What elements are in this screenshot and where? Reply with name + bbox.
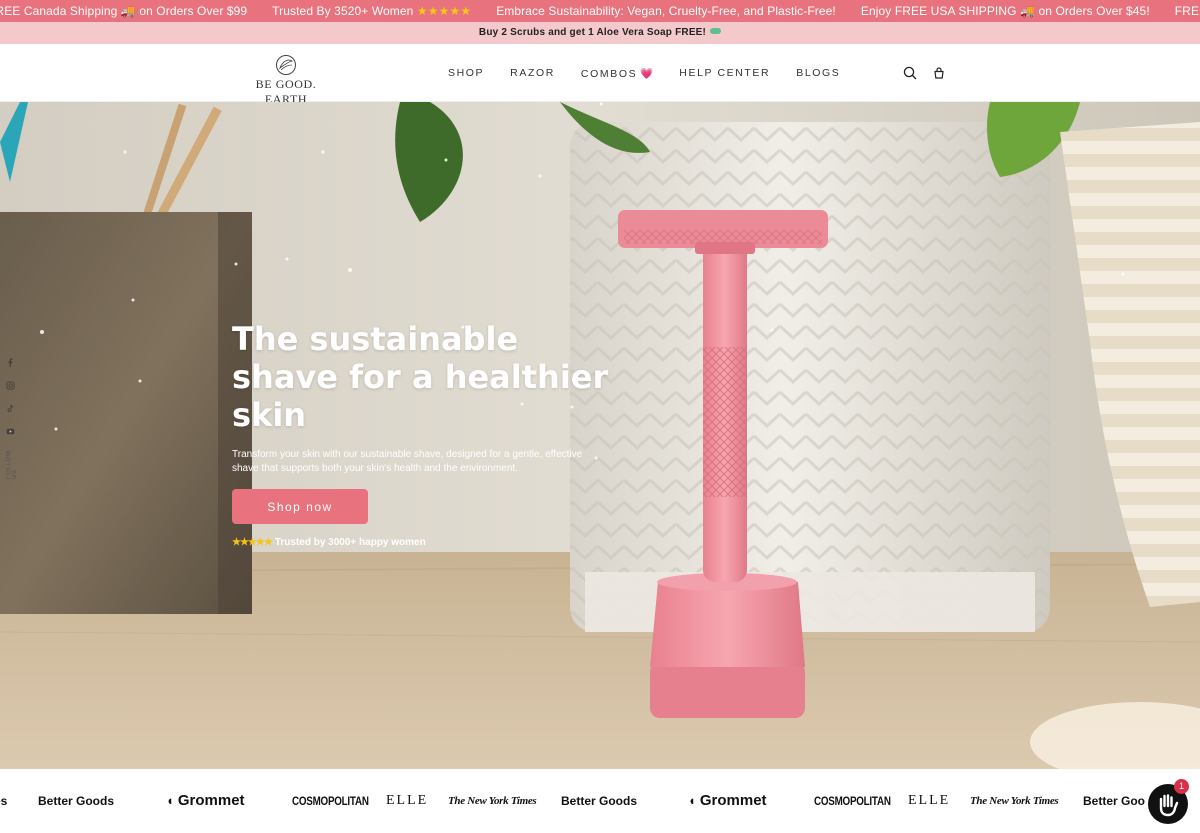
- nav-item-label: SHOP: [448, 67, 485, 79]
- marquee-item: FREE Canada Shipping 🚚 on Orders Over $9…: [1175, 0, 1200, 22]
- instagram-icon[interactable]: [6, 381, 15, 390]
- press-logo-elle: ELLE: [908, 769, 950, 833]
- press-logo-grommet: ◖ Grommet: [166, 769, 245, 833]
- brand-logo[interactable]: BE GOOD. EARTH: [234, 54, 338, 107]
- nav-item-combos[interactable]: COMBOS 💗: [581, 67, 653, 80]
- nav-item-help-center[interactable]: HELP CENTER: [679, 67, 770, 79]
- shop-now-button[interactable]: Shop now: [232, 489, 368, 524]
- marquee-item-text: Enjoy FREE USA SHIPPING 🚚 on Orders Over…: [860, 4, 1150, 18]
- nav-item-label: RAZOR: [510, 67, 555, 79]
- nav-item-label: HELP CENTER: [679, 67, 771, 79]
- marquee-item-text: Embrace Sustainability: Vegan, Cruelty-F…: [496, 4, 836, 18]
- chat-unread-badge: 1: [1174, 779, 1189, 794]
- hero-trust-line: ★★★★★ Trusted by 3000+ happy women: [232, 537, 612, 548]
- soap-emoji-icon: [710, 27, 722, 34]
- youtube-icon[interactable]: [6, 427, 15, 436]
- heart-icon: 💗: [640, 67, 654, 80]
- marquee-item-text: FREE Canada Shipping 🚚 on Orders Over $9…: [0, 4, 248, 18]
- announcement-marquee: FREE Canada Shipping 🚚 on Orders Over $9…: [0, 0, 1200, 22]
- press-logo-label: ELLE: [386, 793, 429, 808]
- nav-item-label: COMBOS: [580, 67, 638, 80]
- nav-item-blogs[interactable]: BLOGS: [796, 67, 840, 79]
- main-nav: SHOP RAZOR COMBOS 💗 HELP CENTER BLOGS: [448, 44, 840, 102]
- marquee-item-text: Trusted By 3520+ Women: [272, 4, 417, 18]
- press-logo-elle: ELLE: [386, 769, 428, 833]
- press-logo-label: COSMOPOLITAN: [814, 794, 891, 808]
- site-header: BE GOOD. EARTH SHOP RAZOR COMBOS 💗 HELP CENT…: [0, 44, 1200, 106]
- marquee-item-text: FREE Canada Shipping 🚚 on Orders Over $9…: [1174, 4, 1200, 18]
- press-logo-grommet: ◖ Grommet: [688, 769, 767, 833]
- press-logo-cosmo: COSMOPOLITAN: [292, 769, 369, 833]
- nav-item-shop[interactable]: SHOP: [448, 67, 484, 79]
- press-logo-nyt: The New York Times: [448, 769, 537, 833]
- marquee-item: Trusted By 3520+ Women ★★★★★: [272, 0, 496, 22]
- press-logo-label: COSMOPOLITAN: [292, 794, 369, 808]
- press-logo-label: es: [0, 794, 8, 808]
- promo-bar[interactable]: Buy 2 Scrubs and get 1 Aloe Vera Soap FR…: [0, 22, 1200, 44]
- follow-us-label: FOLLOW US: [6, 450, 18, 479]
- hero-content: The sustainable shave for a healthier sk…: [232, 320, 612, 548]
- press-logo-label: ELLE: [908, 793, 951, 808]
- grommet-mark-icon: ◖: [166, 793, 174, 808]
- nav-item-razor[interactable]: RAZOR: [510, 67, 555, 79]
- bag-icon[interactable]: [931, 65, 947, 81]
- press-logo-nyt: The New York Times: [970, 769, 1059, 833]
- rating-stars-icon: ★★★★★: [416, 4, 472, 18]
- press-logo-better: Better Goods: [38, 769, 114, 833]
- press-logo-label: Grommet: [177, 792, 245, 809]
- press-logo-label: The New York Times: [970, 795, 1059, 807]
- hero-subtitle: Transform your skin with our sustainable…: [232, 449, 583, 474]
- grommet-mark-icon: ◖: [688, 793, 696, 808]
- press-logo-label: Better Goods: [38, 794, 115, 808]
- hero-banner: The sustainable shave for a healthier sk…: [0, 102, 1200, 769]
- marquee-item: Embrace Sustainability: Vegan, Cruelty-F…: [496, 0, 861, 22]
- logo-leaf-icon: [276, 55, 296, 75]
- press-logo-label: Better Goo: [1083, 794, 1146, 808]
- press-logo-label: Better Goods: [561, 794, 638, 808]
- press-logo-label: The New York Times: [448, 795, 537, 807]
- tiktok-icon[interactable]: [6, 404, 15, 413]
- hero-title: The sustainable shave for a healthier sk…: [232, 320, 609, 434]
- hero-trust-text: Trusted by 3000+ happy women: [274, 537, 426, 548]
- promo-text: Buy 2 Scrubs and get 1 Aloe Vera Soap FR…: [478, 27, 707, 38]
- marquee-track: FREE Canada Shipping 🚚 on Orders Over $9…: [0, 0, 1200, 22]
- marquee-item: Enjoy FREE USA SHIPPING 🚚 on Orders Over…: [861, 0, 1175, 22]
- facebook-icon[interactable]: [6, 358, 15, 367]
- press-logo-better: Better Goo: [1083, 769, 1145, 833]
- press-logos-strip: esBetter Goods◖GrommetCOSMOPOLITANELLETh…: [0, 769, 1200, 833]
- press-logo-label: Grommet: [699, 792, 767, 809]
- nav-item-label: BLOGS: [796, 67, 841, 79]
- press-logo-partial: es: [0, 769, 7, 833]
- social-rail: FOLLOW US: [6, 358, 18, 479]
- search-icon[interactable]: [902, 65, 918, 81]
- press-logo-better: Better Goods: [561, 769, 637, 833]
- marquee-item: FREE Canada Shipping 🚚 on Orders Over $9…: [0, 0, 272, 22]
- press-logo-cosmo: COSMOPOLITAN: [814, 769, 891, 833]
- rating-stars-icon: ★★★★★: [232, 537, 273, 548]
